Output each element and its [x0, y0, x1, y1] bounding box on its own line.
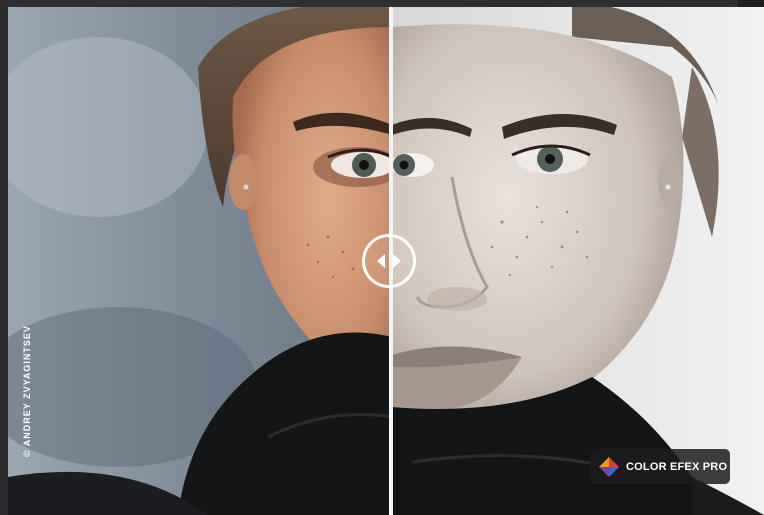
right-arrow-icon: [393, 254, 401, 268]
photo-credit: © ANDREY ZVYAGINTSEV: [22, 325, 32, 457]
color-efex-pro-badge: COLOR EFEX PRO: [590, 449, 730, 484]
color-efex-logo-icon: [599, 456, 619, 477]
comparison-slider-handle[interactable]: [362, 234, 416, 288]
top-bar-corner: [738, 0, 764, 7]
badge-label: COLOR EFEX PRO: [626, 460, 728, 473]
after-image: [392, 7, 764, 515]
window-top-bar: [0, 0, 764, 7]
before-image: [8, 7, 392, 515]
left-arrow-icon: [377, 254, 385, 268]
before-after-viewer[interactable]: © ANDREY ZVYAGINTSEV COLOR EFEX PRO: [8, 7, 764, 515]
